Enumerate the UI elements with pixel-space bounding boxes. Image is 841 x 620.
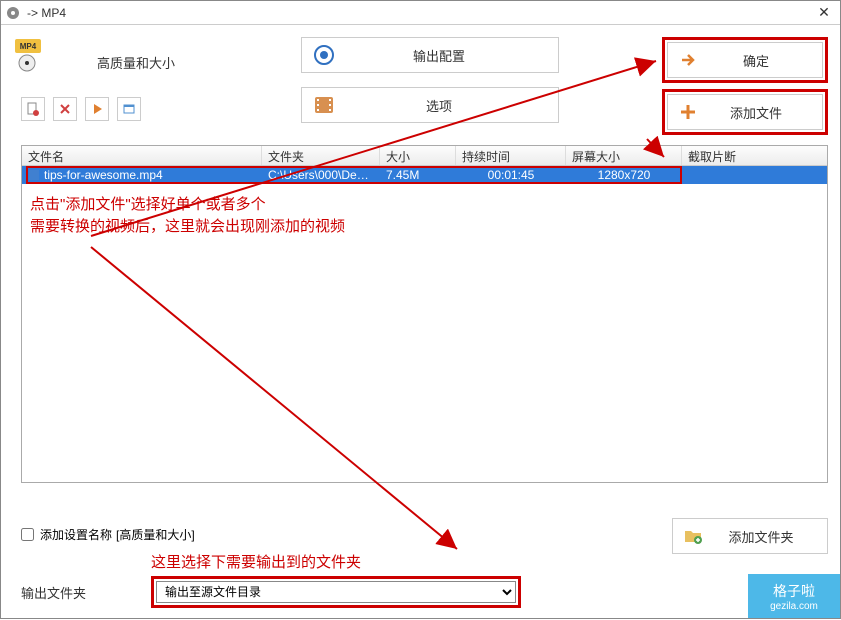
- app-window: -> MP4 ✕ MP4 高质量和大小 输出配置 选项: [0, 0, 841, 619]
- output-config-label: 输出配置: [350, 46, 558, 65]
- file-duration: 00:01:45: [456, 168, 566, 182]
- ok-label: 确定: [710, 51, 822, 70]
- watermark-badge: 格子啦 gezila.com: [748, 574, 840, 618]
- add-folder-label: 添加文件夹: [715, 527, 827, 546]
- annotation-text-2: 这里选择下需要输出到的文件夹: [151, 551, 828, 572]
- file-row[interactable]: tips-for-awesome.mp4 C:\Users\000\Deskt.…: [22, 166, 827, 184]
- tool-play-button[interactable]: [85, 97, 109, 121]
- col-header-screen[interactable]: 屏幕大小: [566, 146, 682, 165]
- add-file-label: 添加文件: [710, 103, 822, 122]
- window-icon: [122, 102, 136, 116]
- file-name: tips-for-awesome.mp4: [44, 168, 163, 182]
- watermark-name: 格子啦: [773, 581, 815, 601]
- add-file-button[interactable]: 添加文件: [667, 94, 823, 130]
- options-button[interactable]: 选项: [301, 87, 559, 123]
- quality-label: 高质量和大小: [97, 53, 175, 72]
- output-folder-label: 输出文件夹: [21, 583, 151, 602]
- svg-text:MP4: MP4: [20, 42, 37, 51]
- arrow-right-icon: [678, 50, 698, 70]
- output-select-highlight: 输出至源文件目录: [151, 576, 521, 608]
- app-icon: [5, 5, 21, 21]
- ok-button-highlight: 确定: [662, 37, 828, 83]
- annotation-text-1: 点击"添加文件"选择好单个或者多个 需要转换的视频后，这里就会出现刚添加的视频: [30, 194, 345, 238]
- content-area: MP4 高质量和大小 输出配置 选项 确定: [1, 25, 840, 87]
- options-label: 选项: [350, 96, 558, 115]
- gear-icon: [312, 43, 336, 67]
- col-header-name[interactable]: 文件名: [22, 146, 262, 165]
- add-settings-row: 添加设置名称 [高质量和大小] 添加文件夹: [21, 526, 828, 543]
- tool-clear-button[interactable]: [53, 97, 77, 121]
- file-size: 7.45M: [380, 168, 456, 182]
- col-header-folder[interactable]: 文件夹: [262, 146, 380, 165]
- file-x-icon: [26, 102, 40, 116]
- titlebar: -> MP4 ✕: [1, 1, 840, 25]
- x-icon: [58, 102, 72, 116]
- col-header-duration[interactable]: 持续时间: [456, 146, 566, 165]
- file-list-panel: 文件名 文件夹 大小 持续时间 屏幕大小 截取片断 tips-for-aweso…: [21, 145, 828, 483]
- ok-button[interactable]: 确定: [667, 42, 823, 78]
- close-button[interactable]: ✕: [812, 3, 836, 23]
- file-list-header: 文件名 文件夹 大小 持续时间 屏幕大小 截取片断: [22, 146, 827, 166]
- play-icon: [90, 102, 104, 116]
- mp4-format-icon: MP4: [13, 37, 49, 73]
- tool-delete-button[interactable]: [21, 97, 45, 121]
- window-title: -> MP4: [27, 6, 812, 20]
- folder-plus-icon: [683, 526, 703, 546]
- add-settings-checkbox[interactable]: [21, 528, 34, 541]
- file-screen-size: 1280x720: [566, 168, 682, 182]
- add-settings-label: 添加设置名称: [40, 526, 112, 543]
- col-header-crop[interactable]: 截取片断: [682, 146, 827, 165]
- add-file-button-highlight: 添加文件: [662, 89, 828, 135]
- video-file-icon: [28, 169, 40, 181]
- plus-icon: [678, 102, 698, 122]
- col-header-size[interactable]: 大小: [380, 146, 456, 165]
- tool-properties-button[interactable]: [117, 97, 141, 121]
- filmstrip-icon: [312, 93, 336, 117]
- file-folder: C:\Users\000\Deskt...: [262, 168, 380, 182]
- output-folder-select[interactable]: 输出至源文件目录: [156, 581, 516, 603]
- watermark-url: gezila.com: [770, 601, 818, 612]
- settings-value: [高质量和大小]: [116, 526, 195, 543]
- output-config-button[interactable]: 输出配置: [301, 37, 559, 73]
- add-folder-button[interactable]: 添加文件夹: [672, 518, 828, 554]
